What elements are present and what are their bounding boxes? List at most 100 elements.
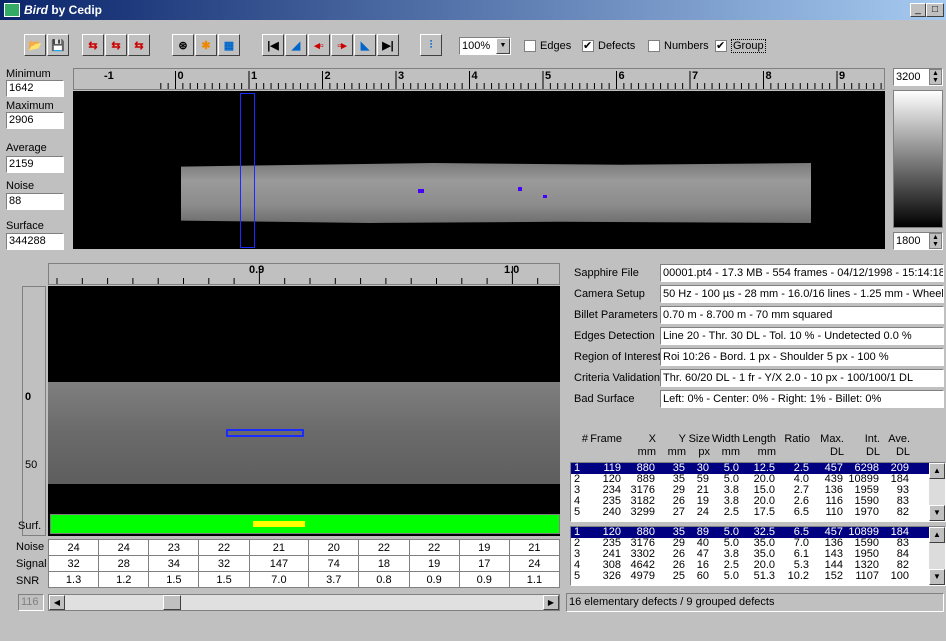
surface-defect-mark (253, 521, 305, 527)
previous-frame-icon[interactable]: ◂▫ (308, 34, 330, 56)
colorbar-max-spinner[interactable]: ▲ ▼ (929, 69, 942, 85)
signal-cell: 24 (508, 555, 561, 572)
scroll-left-icon[interactable]: ◀ (49, 595, 65, 610)
defects-checkbox[interactable]: Defects (582, 39, 635, 53)
defects-check[interactable] (582, 39, 594, 53)
table-header-cell: mm (667, 446, 686, 458)
maximum-label: Maximum (6, 100, 54, 112)
frame-cursor[interactable] (240, 93, 255, 248)
options-icon[interactable]: ✱ (195, 34, 217, 56)
surf-label: Surf. (18, 520, 42, 532)
grouped-defect-list[interactable]: 1 120 880 35 89 5.0 32.5 6.5 457 10899 184 2 235 3176… (570, 526, 946, 586)
scroll-thumb[interactable] (163, 595, 181, 610)
open-folder-icon[interactable]: 📂 (24, 34, 46, 56)
scroll-down-icon[interactable]: ▼ (929, 505, 945, 521)
table-header-cell: Max. (820, 433, 844, 445)
edges-label: Edges (540, 40, 572, 52)
table-row[interactable]: 5 326 4979 25 60 5.0 51.3 10.2 152 1107 100 (571, 571, 945, 582)
zoom-select[interactable]: 100% ▼ (459, 37, 511, 55)
signal-cell: 19 (408, 555, 460, 572)
list-scrollbar[interactable]: ▲ ▼ (929, 527, 945, 585)
vertical-ruler-label: 0 (25, 391, 32, 403)
frame-index: 116 (21, 596, 39, 608)
defect-marker[interactable] (518, 187, 522, 191)
first-frame-icon[interactable]: |◀ (262, 34, 284, 56)
defect-marker[interactable] (543, 195, 547, 198)
table-cell: 5.0 (723, 570, 739, 582)
adjust-levels-icon[interactable]: ⫶ (420, 34, 442, 56)
table-header-cell: Y (678, 433, 686, 445)
previous-defect-icon[interactable]: ◢ (285, 34, 307, 56)
group-check[interactable] (715, 39, 727, 53)
vertical-ruler: 0 50 (22, 286, 46, 536)
colorbar-min-spinner[interactable]: ▲ ▼ (929, 233, 942, 249)
analyze-icon[interactable]: ⊛ (172, 34, 194, 56)
next-frame-icon[interactable]: ▫▸ (331, 34, 353, 56)
table-cell: 240 (602, 506, 621, 518)
noise-cell: 23 (148, 539, 200, 556)
table-cell: 1107 (855, 570, 879, 582)
top-ruler-label: 5 (545, 70, 552, 82)
frame-scrollbar[interactable]: ◀ ▶ (48, 594, 560, 611)
table-cell: 100 (890, 570, 909, 582)
colorbar-gradient (893, 90, 943, 228)
scroll-down-icon[interactable]: ▼ (929, 569, 945, 585)
table-row[interactable]: 5 240 3299 27 24 2.5 17.5 6.5 110 1970 82 (571, 507, 945, 518)
scroll-right-icon[interactable]: ▶ (543, 595, 559, 610)
edges-checkbox[interactable]: Edges (524, 40, 572, 53)
table-header-cell: # (581, 433, 588, 445)
edges-check[interactable] (524, 40, 536, 53)
signal-cell: 34 (148, 555, 200, 572)
noise-cell: 21 (508, 539, 561, 556)
numbers-check[interactable] (648, 40, 660, 53)
minimum-label: Minimum (6, 68, 51, 80)
maximize-button[interactable]: □ (926, 3, 944, 17)
info-value: Thr. 60/20 DL - 1 fr - Y/X 2.0 - 10 px -… (660, 369, 944, 387)
overview-image[interactable] (73, 91, 885, 249)
app-subtitle: by Cedip (51, 3, 103, 17)
defect-box[interactable] (226, 429, 304, 437)
info-label: Criteria Validation (574, 372, 661, 384)
detail-image[interactable] (48, 286, 560, 536)
table-cell: 60 (696, 570, 709, 582)
table-cell: 51.3 (753, 570, 775, 582)
snr-cell: 7.0 (248, 571, 310, 588)
table-header-cell: DL (865, 446, 880, 458)
scroll-up-icon[interactable]: ▲ (929, 463, 945, 479)
save-icon[interactable]: 💾 (47, 34, 69, 56)
minimize-button[interactable]: _ (910, 3, 926, 17)
noise-label: Noise (6, 180, 35, 192)
chevron-down-icon[interactable]: ▼ (496, 38, 510, 54)
table-header-cell: Size (688, 433, 710, 445)
top-ruler-label: 7 (692, 70, 699, 82)
noise-cell: 24 (98, 539, 150, 556)
top-ruler-label: 6 (618, 70, 625, 82)
table-header-cell: Width (711, 433, 740, 445)
info-value: Roi 10:26 - Bord. 1 px - Shoulder 5 px -… (660, 348, 944, 366)
roi-detect-icon[interactable]: ⇆ (105, 34, 127, 56)
detail-ruler-labels: 0.9 1.0 (48, 263, 560, 285)
numbers-checkbox[interactable]: Numbers (648, 40, 709, 53)
elementary-defect-list[interactable]: 1 119 880 35 30 5.0 12.5 2.5 457 6298 209 2 120 889 35… (570, 462, 946, 522)
palette-icon[interactable]: ▦ (218, 34, 240, 56)
last-frame-icon[interactable]: ▶| (377, 34, 399, 56)
list-scrollbar[interactable]: ▲ ▼ (929, 463, 945, 521)
edges-detect-icon[interactable]: ⇆ (82, 34, 104, 56)
next-defect-icon[interactable]: ◣ (354, 34, 376, 56)
top-ruler-label: 3 (398, 70, 405, 82)
signal-cell: 28 (98, 555, 150, 572)
surface-bar (50, 514, 560, 534)
table-cell: 5 (574, 570, 581, 582)
row-values-table: 24 24 23 22 21 20 22 22 19 21 32 28 34 32 147 74 18 19 17… (47, 539, 561, 588)
table-header-cell: px (698, 446, 710, 458)
table-cell: 152 (824, 570, 843, 582)
signal-cell: 18 (358, 555, 410, 572)
table-cell: 326 (602, 570, 621, 582)
defect-marker[interactable] (418, 189, 424, 193)
group-checkbox[interactable]: Group (715, 39, 766, 53)
snr-cell: 0.8 (358, 571, 410, 588)
criteria-detect-icon[interactable]: ⇆ (128, 34, 150, 56)
scroll-up-icon[interactable]: ▲ (929, 527, 945, 543)
frame-index-field: 116 (18, 594, 44, 611)
table-header-cell: Length (742, 433, 776, 445)
